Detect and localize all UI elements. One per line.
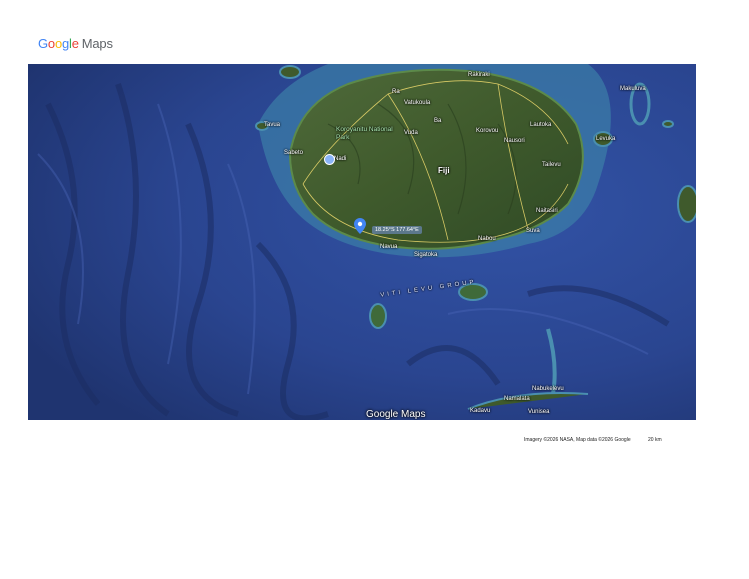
label-ra: Ra (392, 89, 400, 95)
label-navua: Navua (380, 244, 398, 250)
location-dot (324, 154, 335, 165)
label-nausori: Nausori (504, 138, 525, 144)
label-naitasiri: Naitasiri (536, 208, 558, 214)
attribution-text: Imagery ©2026 NASA, Map data ©2026 Googl… (524, 437, 631, 443)
label-namalata: Namalata (504, 396, 530, 402)
label-fiji: Fiji (438, 166, 450, 175)
label-tavua: Tavua (264, 122, 281, 128)
label-vuda: Vuda (404, 130, 418, 136)
label-vunisea: Vunisea (528, 409, 550, 415)
label-rakiraki: Rakiraki (468, 72, 490, 78)
label-suva: Suva (526, 228, 540, 234)
map-imagery (28, 64, 696, 420)
map-watermark: Google Maps (366, 409, 426, 420)
label-korovou: Korovou (476, 128, 499, 134)
label-nabou: Nabou (478, 236, 496, 242)
logo-letter-g2: g (61, 36, 70, 51)
logo-letter-g: G (38, 36, 48, 51)
label-vatukoula: Vatukoula (404, 100, 431, 106)
label-sabeto: Sabeto (284, 150, 304, 156)
label-ba: Ba (434, 118, 442, 124)
label-nadi: Nadi (334, 156, 347, 162)
label-koroyanitu: Koroyanitu National Park (336, 126, 393, 141)
label-levuka: Levuka (596, 136, 616, 142)
google-maps-logo: Google Maps (38, 36, 113, 51)
map-footer: Imagery ©2026 NASA, Map data ©2026 Googl… (524, 437, 662, 443)
logo-letter-o2: o (54, 36, 62, 51)
scale-bar-label: 20 km (648, 437, 662, 443)
label-makuluva: Makuluva (620, 86, 646, 92)
satellite-map[interactable]: Tavua Vatukoula Rakiraki Koroyanitu Nati… (28, 64, 696, 420)
label-tailevu: Tailevu (542, 162, 561, 168)
label-nabukelevu: Nabukelevu (532, 386, 564, 392)
label-kadavu: Kadavu (470, 408, 491, 414)
label-sigatoka: Sigatoka (414, 252, 438, 258)
label-lautoka: Lautoka (530, 122, 552, 128)
logo-letter-e: e (71, 36, 79, 51)
coordinates-label: 18.25°S 177.64°E (372, 226, 422, 234)
logo-letter-o1: o (47, 36, 55, 51)
logo-product-name: Maps (81, 36, 113, 51)
